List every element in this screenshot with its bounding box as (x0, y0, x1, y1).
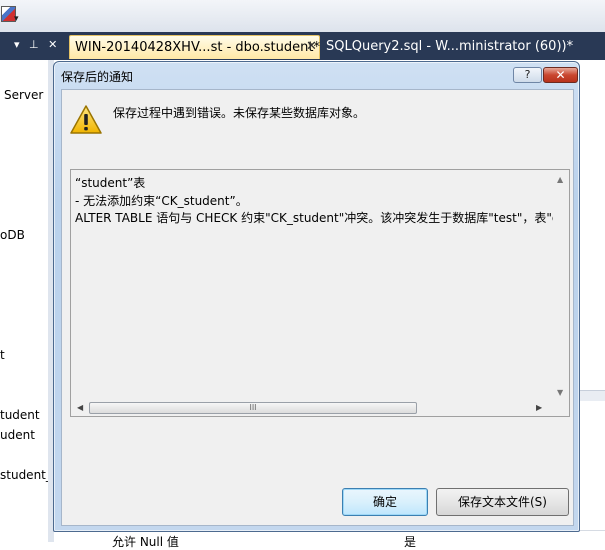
close-glyph: ✕ (555, 68, 566, 82)
vertical-scrollbar[interactable]: ▲ ▼ (553, 170, 569, 400)
thumb-grip: III (249, 403, 257, 412)
warning-triangle-icon (70, 105, 102, 134)
tab-close-icon[interactable]: ✕ (306, 39, 317, 54)
scroll-down-icon[interactable]: ▼ (557, 388, 563, 397)
detail-line: “student”表 (75, 176, 146, 190)
detail-line: ALTER TABLE 语句与 CHECK 约束"CK_student"冲突。该… (75, 211, 560, 225)
object-explorer: Server oDB t tudent udent student_ (0, 60, 52, 542)
tab-label: WIN-20140428XHV...st - dbo.student* (75, 40, 320, 55)
horizontal-scrollbar[interactable]: ◀ III ▶ (71, 400, 569, 416)
detail-line: - 无法添加约束“CK_student”。 (75, 194, 248, 208)
scroll-left-icon[interactable]: ◀ (77, 403, 83, 412)
panel-divider (578, 390, 605, 401)
dialog-title: 保存后的通知 (61, 70, 134, 84)
scroll-thumb[interactable]: III (89, 402, 417, 414)
tree-item[interactable]: udent (0, 428, 35, 442)
help-icon[interactable]: ? (513, 67, 542, 83)
close-icon[interactable]: ✕ (543, 67, 578, 83)
post-save-notification-dialog: 保存后的通知 ? ✕ 保存过程中遇到错误。未保存某些数据库对象。 “studen… (53, 61, 580, 532)
ok-button[interactable]: 确定 (342, 488, 428, 516)
ide-toolbar: ▾ (0, 0, 605, 33)
tree-item[interactable]: tudent (0, 408, 40, 422)
scroll-up-icon[interactable]: ▲ (557, 175, 563, 184)
toolbar-dropdown-icon[interactable]: ▾ (14, 14, 19, 24)
pane-buttons[interactable]: ▾ ⊥ ✕ (14, 38, 60, 51)
error-detail-textbox[interactable]: “student”表 - 无法添加约束“CK_student”。 ALTER T… (70, 169, 570, 417)
tab-sqlquery2[interactable]: SQLQuery2.sql - W...ministrator (60))* (326, 39, 573, 54)
error-message: 保存过程中遇到错误。未保存某些数据库对象。 (113, 106, 366, 120)
tree-item[interactable]: t (0, 348, 5, 362)
save-text-file-button[interactable]: 保存文本文件(S) (436, 488, 569, 516)
dialog-body: 保存过程中遇到错误。未保存某些数据库对象。 “student”表 - 无法添加约… (61, 89, 574, 526)
right-panel (578, 60, 605, 542)
tree-item[interactable]: student_ (0, 468, 52, 482)
tree-item[interactable]: oDB (0, 228, 25, 242)
scroll-right-icon[interactable]: ▶ (536, 403, 542, 412)
tab-student-table[interactable]: WIN-20140428XHV...st - dbo.student* ✕ (69, 35, 320, 59)
tree-item[interactable]: Server (4, 88, 43, 102)
